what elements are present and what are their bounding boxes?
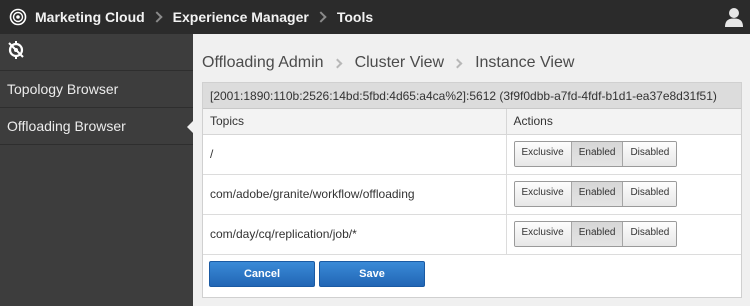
user-icon[interactable] (724, 6, 744, 28)
cancel-button[interactable]: Cancel (209, 261, 315, 287)
table-row: com/adobe/granite/workflow/offloading Ex… (203, 174, 741, 215)
disabled-button[interactable]: Disabled (623, 182, 677, 206)
chevron-right-icon (315, 11, 327, 23)
instance-panel: [2001:1890:110b:2526:14bd:5fbd:4d65:a4ca… (202, 82, 742, 298)
save-button[interactable]: Save (319, 261, 425, 287)
tools-hammer-icon[interactable] (6, 40, 26, 65)
sidebar-item-topology-browser[interactable]: Topology Browser (0, 71, 193, 108)
exclusive-button[interactable]: Exclusive (514, 182, 572, 206)
column-header-topics: Topics (203, 109, 506, 135)
instance-id-header: [2001:1890:110b:2526:14bd:5fbd:4d65:a4ca… (203, 83, 741, 109)
breadcrumb-cluster-view[interactable]: Cluster View (355, 54, 445, 72)
sidebar-item-offloading-browser[interactable]: Offloading Browser (0, 108, 194, 145)
table-row: com/day/cq/replication/job/* Exclusive E… (203, 214, 741, 255)
actions-cell: Exclusive Enabled Disabled (505, 214, 741, 255)
topics-table: Topics Actions / Exclusive Enabled Disab… (203, 109, 741, 255)
topic-state-toggle: Exclusive Enabled Disabled (513, 181, 678, 207)
disabled-button[interactable]: Disabled (623, 222, 677, 246)
topic-cell: com/day/cq/replication/job/* (203, 214, 506, 255)
topic-state-toggle: Exclusive Enabled Disabled (513, 141, 678, 167)
actions-cell: Exclusive Enabled Disabled (505, 174, 741, 215)
main-content: Offloading Admin Cluster View Instance V… (193, 34, 750, 306)
exclusive-button[interactable]: Exclusive (514, 142, 572, 166)
topbar-crumb-tools[interactable]: Tools (337, 9, 373, 25)
enabled-button[interactable]: Enabled (571, 182, 624, 206)
topbar-crumb-experience-manager[interactable]: Experience Manager (173, 9, 309, 25)
enabled-button[interactable]: Enabled (571, 222, 624, 246)
table-header-row: Topics Actions (203, 109, 741, 135)
breadcrumb: Offloading Admin Cluster View Instance V… (202, 54, 574, 72)
sidebar-header (0, 34, 193, 71)
exclusive-button[interactable]: Exclusive (514, 222, 572, 246)
enabled-button[interactable]: Enabled (571, 142, 624, 166)
sidebar-item-label: Offloading Browser (7, 118, 126, 134)
form-actions: Cancel Save (209, 261, 425, 287)
breadcrumb-instance-view: Instance View (475, 54, 575, 71)
sidebar-item-label: Topology Browser (7, 81, 119, 97)
topbar-crumb-marketing-cloud[interactable]: Marketing Cloud (35, 9, 145, 25)
marketing-cloud-logo-icon[interactable] (9, 8, 27, 26)
topic-cell: / (203, 134, 506, 175)
sidebar: Topology Browser Offloading Browser (0, 34, 194, 306)
table-row: / Exclusive Enabled Disabled (203, 134, 741, 175)
actions-cell: Exclusive Enabled Disabled (505, 134, 741, 175)
breadcrumb-offloading-admin[interactable]: Offloading Admin (202, 54, 324, 72)
chevron-right-icon (151, 11, 163, 23)
topic-cell: com/adobe/granite/workflow/offloading (203, 174, 506, 215)
disabled-button[interactable]: Disabled (623, 142, 677, 166)
chevron-right-icon (332, 58, 343, 68)
chevron-right-icon (452, 58, 463, 68)
top-bar: Marketing Cloud Experience Manager Tools (0, 0, 750, 34)
column-header-actions: Actions (505, 109, 741, 135)
topic-state-toggle: Exclusive Enabled Disabled (513, 221, 678, 247)
